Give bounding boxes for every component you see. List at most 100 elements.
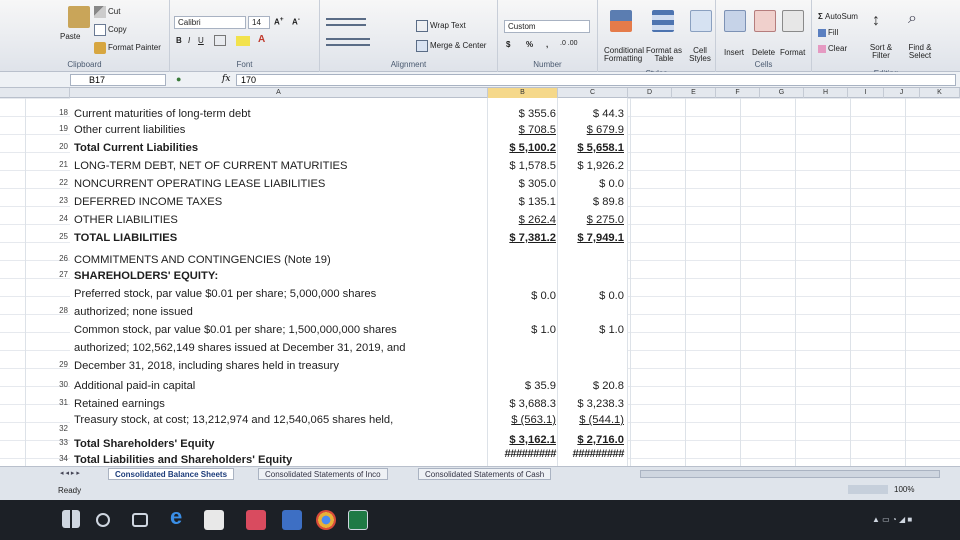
cell-b[interactable]: $ 3,688.3 — [490, 398, 556, 410]
search-icon[interactable] — [96, 513, 110, 527]
tab-statements-of-cash[interactable]: Consolidated Statements of Cash — [418, 468, 552, 480]
copy-button[interactable]: Copy — [94, 24, 127, 36]
table-row[interactable]: Common stock, par value $0.01 per share;… — [0, 324, 630, 378]
cell-c[interactable]: $ 1.0 — [560, 324, 624, 336]
sort-filter-button[interactable]: Sort & Filter — [862, 44, 900, 60]
mail-icon[interactable] — [246, 510, 266, 530]
cell-b[interactable]: $ 5,100.2 — [490, 142, 556, 154]
store-icon[interactable] — [204, 510, 224, 530]
cell-c[interactable]: $ 5,658.1 — [560, 142, 624, 154]
horizontal-scrollbar[interactable] — [640, 470, 940, 478]
horizontal-align-buttons[interactable] — [326, 38, 370, 46]
cell-c[interactable]: $ 20.8 — [560, 380, 624, 392]
cell-b[interactable]: $ 1,578.5 — [490, 160, 556, 172]
shrink-font-button[interactable]: A- — [292, 16, 300, 27]
cell-c[interactable]: $ 2,716.0 — [560, 434, 624, 446]
merge-center-button[interactable]: Merge & Center — [416, 40, 486, 52]
system-tray[interactable]: ▲ ▭ ◔ ◢ ■ — [872, 515, 932, 525]
format-painter-button[interactable]: Format Painter — [94, 42, 161, 54]
task-view-icon[interactable] — [132, 513, 148, 527]
chrome-icon[interactable] — [316, 510, 336, 530]
decimal-buttons[interactable]: .0 .00 — [560, 40, 578, 47]
cell-c[interactable]: $ 44.3 — [560, 108, 624, 120]
zoom-level[interactable]: 100% — [894, 485, 914, 494]
cell-c[interactable]: $ 89.8 — [560, 196, 624, 208]
name-box[interactable]: B17 — [70, 74, 166, 86]
column-header-e[interactable]: E — [672, 88, 716, 98]
underline-button[interactable]: U — [198, 36, 204, 45]
cell-b[interactable]: ######### — [490, 448, 557, 460]
column-header-i[interactable]: I — [848, 88, 884, 98]
italic-button[interactable]: I — [188, 36, 190, 45]
app-icon[interactable] — [282, 510, 302, 530]
cell-c[interactable]: $ 7,949.1 — [560, 232, 624, 244]
tab-scroll-arrows[interactable]: ◂ ◂ ▸ ▸ — [60, 469, 80, 477]
borders-button[interactable] — [214, 35, 226, 46]
wrap-text-button[interactable]: Wrap Text — [416, 20, 466, 32]
cell-c[interactable]: $ 275.0 — [560, 214, 624, 226]
accounting-format-button[interactable]: $ — [506, 40, 510, 49]
cell-c[interactable]: $ 0.0 — [560, 178, 624, 190]
cell-b[interactable]: $ 35.9 — [490, 380, 556, 392]
font-color-button[interactable]: A — [258, 34, 265, 45]
column-header-c[interactable]: C — [558, 88, 628, 98]
tab-balance-sheets[interactable]: Consolidated Balance Sheets — [108, 468, 235, 480]
formula-input[interactable]: 170 — [236, 74, 956, 86]
find-select-button[interactable]: Find & Select — [902, 44, 938, 60]
cell-styles-button[interactable]: Cell Styles — [686, 47, 714, 63]
column-header-a[interactable]: A — [70, 88, 488, 98]
percent-button[interactable]: % — [526, 40, 533, 49]
column-header-j[interactable]: J — [884, 88, 920, 98]
table-row[interactable]: Preferred stock, par value $0.01 per sha… — [0, 288, 630, 324]
cell-c[interactable]: $ (544.1) — [560, 414, 624, 426]
number-format-select[interactable]: Custom — [504, 20, 590, 33]
format-button[interactable]: Format — [780, 48, 805, 57]
select-all-corner[interactable] — [0, 88, 70, 98]
cell-c[interactable]: $ 0.0 — [560, 290, 624, 302]
fill-button[interactable]: Fill — [818, 28, 838, 37]
column-header-b[interactable]: B — [488, 88, 558, 98]
vertical-align-buttons[interactable] — [326, 18, 366, 26]
tab-statements-of-income[interactable]: Consolidated Statements of Inco — [258, 468, 388, 480]
cell-b[interactable]: $ (563.1) — [490, 414, 556, 426]
column-header-f[interactable]: F — [716, 88, 760, 98]
grow-font-button[interactable]: A+ — [274, 16, 284, 27]
view-buttons[interactable] — [848, 485, 888, 494]
format-as-table-button[interactable]: Format as Table — [646, 47, 682, 63]
cell-b[interactable]: $ 708.5 — [490, 124, 556, 136]
cell-c[interactable]: $ 1,926.2 — [560, 160, 624, 172]
cell-b[interactable]: $ 135.1 — [490, 196, 556, 208]
paste-button[interactable]: Paste — [60, 32, 80, 41]
cell-c[interactable]: $ 679.9 — [560, 124, 624, 136]
column-header-h[interactable]: H — [804, 88, 848, 98]
excel-icon[interactable] — [348, 510, 368, 530]
column-header-k[interactable]: K — [920, 88, 960, 98]
cell-b[interactable]: $ 355.6 — [490, 108, 556, 120]
cut-button[interactable]: Cut — [94, 6, 120, 18]
column-header-d[interactable]: D — [628, 88, 672, 98]
conditional-formatting-button[interactable]: Conditional Formatting — [604, 47, 644, 63]
cell-c[interactable]: ######### — [560, 448, 625, 460]
cell-b[interactable]: $ 1.0 — [490, 324, 556, 336]
clear-button[interactable]: Clear — [818, 44, 847, 53]
cell-b[interactable]: $ 3,162.1 — [490, 434, 556, 446]
cell-b[interactable]: $ 262.4 — [490, 214, 556, 226]
cell-c[interactable]: $ 3,238.3 — [560, 398, 624, 410]
font-name-select[interactable]: Calibri — [174, 16, 246, 29]
cell-b[interactable]: $ 305.0 — [490, 178, 556, 190]
bold-button[interactable]: B — [176, 36, 182, 45]
column-header-g[interactable]: G — [760, 88, 804, 98]
delete-button[interactable]: Delete — [752, 48, 775, 57]
fill-color-button[interactable] — [236, 36, 250, 46]
font-size-select[interactable]: 14 — [248, 16, 270, 29]
cell-b[interactable]: $ 7,381.2 — [490, 232, 556, 244]
autosum-button[interactable]: Σ AutoSum — [818, 12, 858, 21]
edge-browser-icon[interactable]: e — [170, 504, 190, 529]
worksheet-grid[interactable]: 18 Current maturities of long-term debt … — [0, 98, 960, 466]
comma-button[interactable]: , — [546, 40, 548, 49]
insert-button[interactable]: Insert — [724, 48, 744, 57]
insert-function-button[interactable]: fx — [222, 74, 230, 84]
start-windows-icon[interactable] — [62, 510, 80, 528]
cell-b[interactable]: $ 0.0 — [490, 290, 556, 302]
enter-check-icon[interactable]: ● — [176, 74, 181, 84]
